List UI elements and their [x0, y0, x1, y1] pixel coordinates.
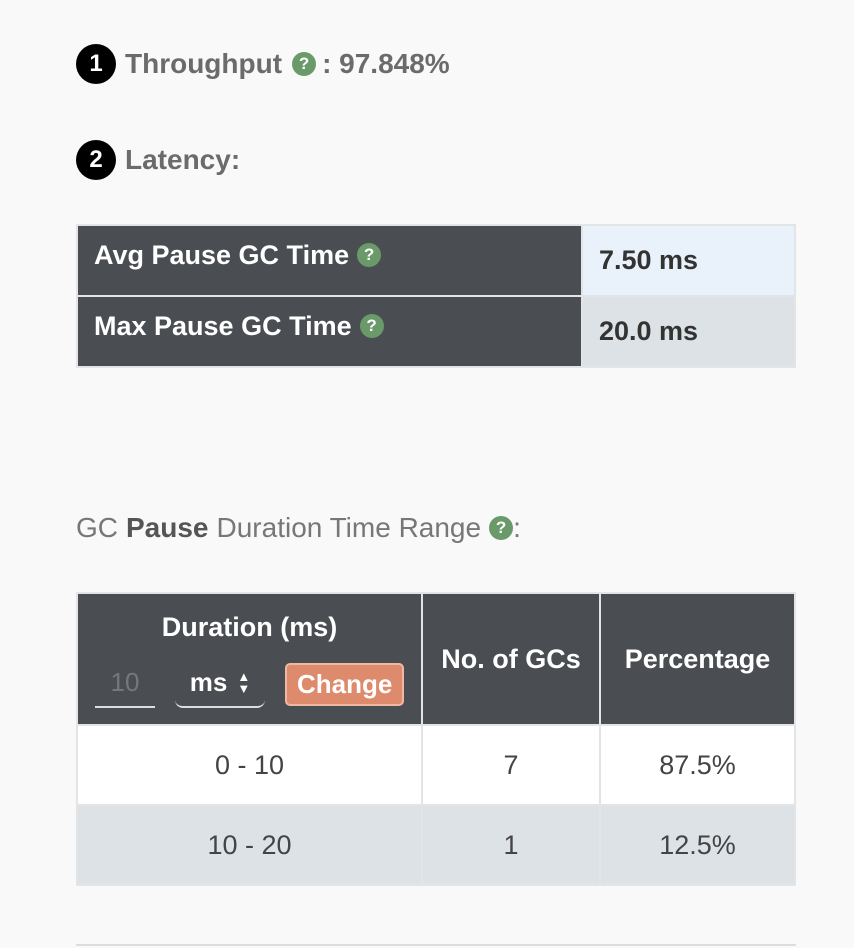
question-circle-icon[interactable]: ?: [292, 52, 317, 76]
row-label-cell: Avg Pause GC Time?: [76, 224, 583, 297]
range-cell: 10 - 20: [76, 804, 423, 886]
percentage-header: Percentage: [599, 592, 796, 726]
duration-controls: 10 ms ▲ ▼ Change: [79, 661, 420, 708]
change-button[interactable]: Change: [285, 663, 405, 706]
table-row: 0 - 10 7 87.5%: [76, 724, 796, 806]
table-row: Max Pause GC Time? 20.0 ms: [76, 295, 796, 368]
count-cell: 7: [421, 724, 601, 806]
range-title-prefix: GC: [76, 512, 118, 543]
unit-select-value: ms: [189, 667, 228, 697]
count-header: No. of GCs: [421, 592, 601, 726]
table-row: Avg Pause GC Time? 7.50 ms: [76, 224, 796, 297]
latency-row: 2 Latency:: [76, 140, 240, 180]
percentage-cell: 12.5%: [599, 804, 796, 886]
step-badge: 1: [76, 44, 116, 84]
throughput-row: 1 Throughput ? : 97.848%: [76, 44, 450, 84]
question-circle-icon[interactable]: ?: [489, 516, 514, 540]
latency-table: Avg Pause GC Time? 7.50 ms Max Pause GC …: [76, 224, 796, 368]
section-divider: [76, 944, 796, 946]
table-row: 10 - 20 1 12.5%: [76, 804, 796, 886]
avg-pause-label: Avg Pause GC Time: [94, 240, 350, 270]
header-row: Duration (ms) 10 ms ▲ ▼ Change No. of GCs…: [76, 592, 796, 726]
avg-pause-value: 7.50 ms: [581, 224, 796, 297]
range-section-title: GC Pause Duration Time Range ? :: [76, 512, 521, 544]
duration-header: Duration (ms) 10 ms ▲ ▼ Change: [76, 592, 423, 726]
range-table: Duration (ms) 10 ms ▲ ▼ Change No. of GCs…: [76, 592, 796, 886]
sort-arrows-icon: ▲ ▼: [237, 668, 251, 696]
step-badge: 2: [76, 140, 116, 180]
question-circle-icon[interactable]: ?: [357, 242, 382, 267]
range-title-bold: Pause: [126, 512, 209, 543]
throughput-label: Throughput: [125, 48, 283, 79]
row-label-cell: Max Pause GC Time?: [76, 295, 583, 368]
range-cell: 0 - 10: [76, 724, 423, 806]
range-title-suffix: Duration Time Range: [216, 512, 482, 543]
latency-label: Latency:: [125, 144, 241, 175]
count-cell: 1: [421, 804, 601, 886]
question-circle-icon[interactable]: ?: [359, 313, 384, 338]
throughput-value: : 97.848%: [322, 48, 450, 79]
range-title-colon: :: [513, 512, 521, 543]
duration-header-label: Duration (ms): [161, 612, 338, 642]
max-pause-value: 20.0 ms: [581, 295, 796, 368]
unit-select[interactable]: ms ▲ ▼: [175, 661, 265, 708]
percentage-cell: 87.5%: [599, 724, 796, 806]
duration-input[interactable]: 10: [95, 661, 155, 708]
max-pause-label: Max Pause GC Time: [94, 311, 352, 341]
